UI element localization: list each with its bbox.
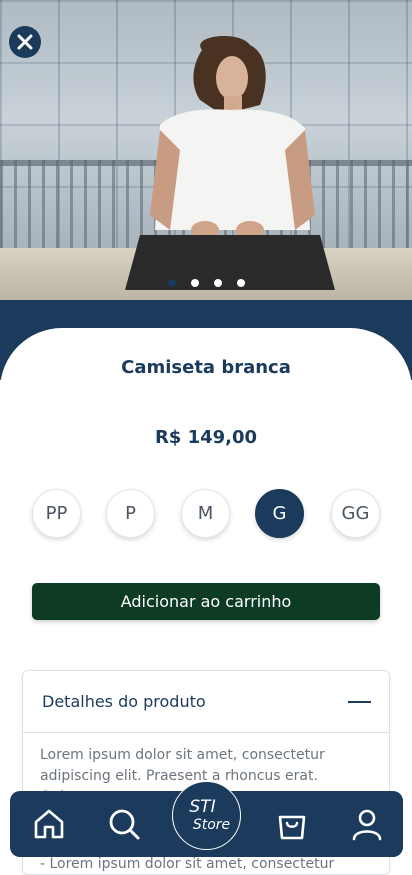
logo-line-2: Store — [192, 816, 231, 833]
add-to-cart-button[interactable]: Adicionar ao carrinho — [32, 583, 380, 620]
size-option-pp[interactable]: PP — [32, 489, 81, 538]
size-option-p[interactable]: P — [106, 489, 155, 538]
carousel-dot[interactable] — [236, 279, 245, 287]
model-figure — [125, 35, 335, 290]
user-icon[interactable] — [350, 807, 384, 841]
size-option-m[interactable]: M — [181, 489, 230, 538]
close-icon — [17, 34, 33, 50]
details-title: Detalhes do produto — [42, 692, 206, 711]
size-option-gg[interactable]: GG — [331, 489, 380, 538]
carousel-indicators — [0, 279, 412, 287]
shopping-bag-icon[interactable] — [275, 807, 309, 841]
product-image — [0, 0, 412, 300]
details-text-2: - Lorem ipsum dolor sit amet, consectetu… — [40, 856, 335, 872]
close-button[interactable] — [9, 26, 41, 58]
home-icon[interactable] — [32, 807, 66, 841]
search-icon[interactable] — [107, 807, 141, 841]
minus-icon[interactable] — [348, 701, 371, 703]
carousel-dot[interactable] — [167, 279, 176, 287]
store-logo-button[interactable]: STI Store — [172, 781, 241, 850]
details-header[interactable]: Detalhes do produto — [23, 671, 389, 733]
product-title: Camiseta branca — [121, 357, 291, 378]
size-option-g[interactable]: G — [255, 489, 304, 538]
product-price: R$ 149,00 — [154, 427, 258, 448]
carousel-dot[interactable] — [213, 279, 222, 287]
carousel-dot[interactable] — [190, 279, 199, 287]
logo-line-1: STI — [189, 796, 216, 817]
